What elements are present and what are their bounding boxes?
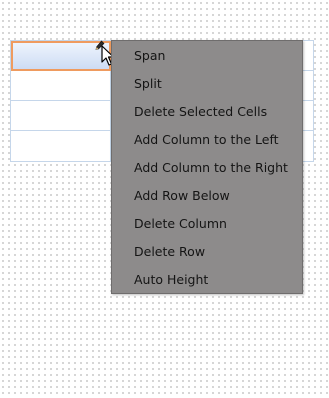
- table-cell[interactable]: [11, 131, 111, 161]
- menu-item-delete-row[interactable]: Delete Row: [112, 238, 302, 266]
- menu-item-delete-column[interactable]: Delete Column: [112, 210, 302, 238]
- menu-item-add-column-right[interactable]: Add Column to the Right: [112, 154, 302, 182]
- menu-item-span[interactable]: Span: [112, 42, 302, 70]
- context-menu: Span Split Delete Selected Cells Add Col…: [111, 40, 303, 294]
- menu-item-auto-height[interactable]: Auto Height: [112, 266, 302, 294]
- dotted-canvas: Span Split Delete Selected Cells Add Col…: [0, 0, 329, 398]
- table-cell[interactable]: [11, 101, 111, 130]
- menu-item-delete-selected-cells[interactable]: Delete Selected Cells: [112, 98, 302, 126]
- menu-item-add-row-below[interactable]: Add Row Below: [112, 182, 302, 210]
- menu-item-add-column-left[interactable]: Add Column to the Left: [112, 126, 302, 154]
- table-cell[interactable]: [11, 71, 111, 100]
- menu-item-split[interactable]: Split: [112, 70, 302, 98]
